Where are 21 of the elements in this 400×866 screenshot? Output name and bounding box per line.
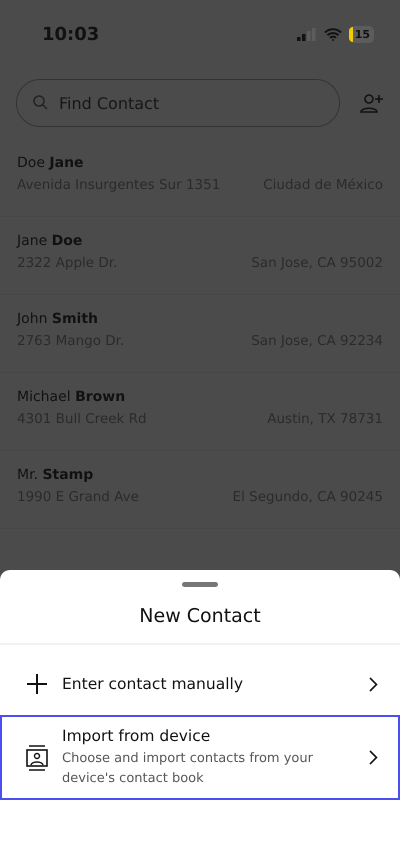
option-label: Enter contact manually <box>62 675 244 693</box>
add-person-icon[interactable] <box>360 93 384 113</box>
option-description: Choose and import contacts from your device's contact book <box>62 750 314 788</box>
contact-card-icon <box>26 744 48 770</box>
search-icon <box>33 95 48 110</box>
signal-icon <box>296 28 317 40</box>
chevron-icon <box>369 750 378 765</box>
plus-icon <box>26 673 48 695</box>
status-time: 10:03 <box>42 24 100 44</box>
wifi-icon <box>324 28 342 40</box>
contact-name[interactable]: John Smith <box>17 311 383 327</box>
sheet-title: New Contact <box>0 587 400 645</box>
contact-name[interactable]: Michael Brown <box>17 389 383 405</box>
contact-name[interactable]: Jane Doe <box>17 233 383 249</box>
option-label: Import from device <box>62 727 212 745</box>
chevron-icon <box>369 676 378 692</box>
drag-handle[interactable] <box>182 582 218 587</box>
contact-name[interactable]: Mr. Stamp <box>17 467 383 483</box>
contact-name[interactable]: Doe Jane <box>17 155 383 171</box>
option-item[interactable]: Import from device Choose and import contacts from your device's contact book <box>0 715 400 800</box>
battery-icon: 15 <box>348 26 374 42</box>
